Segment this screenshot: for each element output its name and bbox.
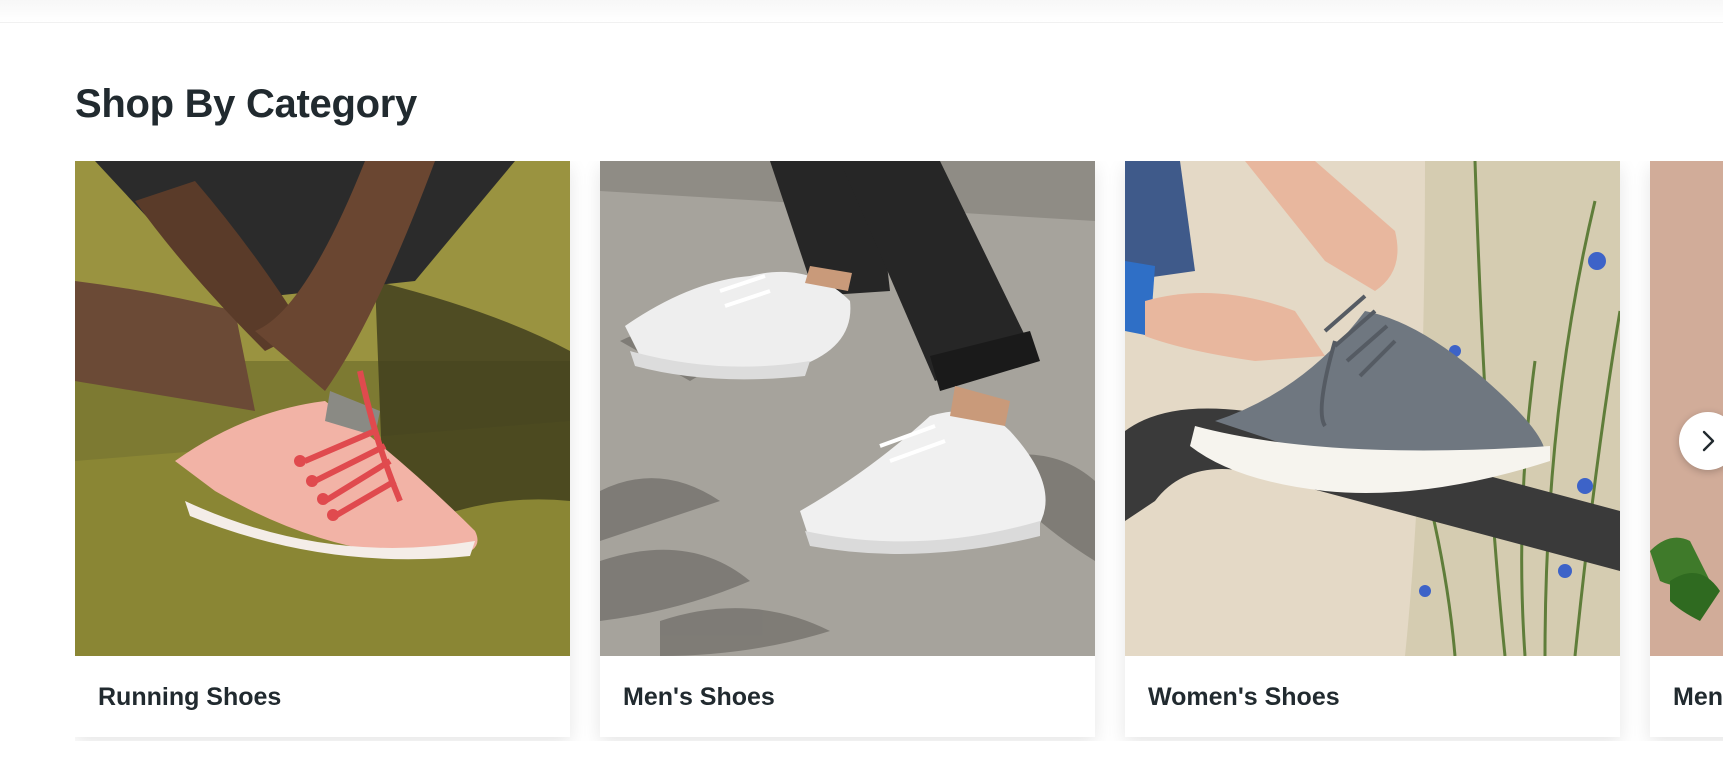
top-bar — [0, 0, 1723, 23]
category-label: Men's Apparel — [1673, 683, 1723, 711]
section-title: Shop By Category — [75, 82, 417, 126]
category-card-running-shoes[interactable]: Running Shoes — [75, 161, 570, 737]
womens-shoes-image — [1125, 161, 1620, 656]
category-card-womens-shoes[interactable]: Women's Shoes — [1125, 161, 1620, 737]
mens-shoes-image — [600, 161, 1095, 656]
category-label: Women's Shoes — [1148, 683, 1340, 711]
category-card-mens-shoes[interactable]: Men's Shoes — [600, 161, 1095, 737]
category-label: Men's Shoes — [623, 683, 775, 711]
category-carousel: Running Shoes Men's Shoes Women's Shoes … — [75, 161, 1723, 741]
running-shoes-image — [75, 161, 570, 656]
mens-apparel-image — [1650, 161, 1723, 656]
category-label: Running Shoes — [98, 683, 282, 711]
